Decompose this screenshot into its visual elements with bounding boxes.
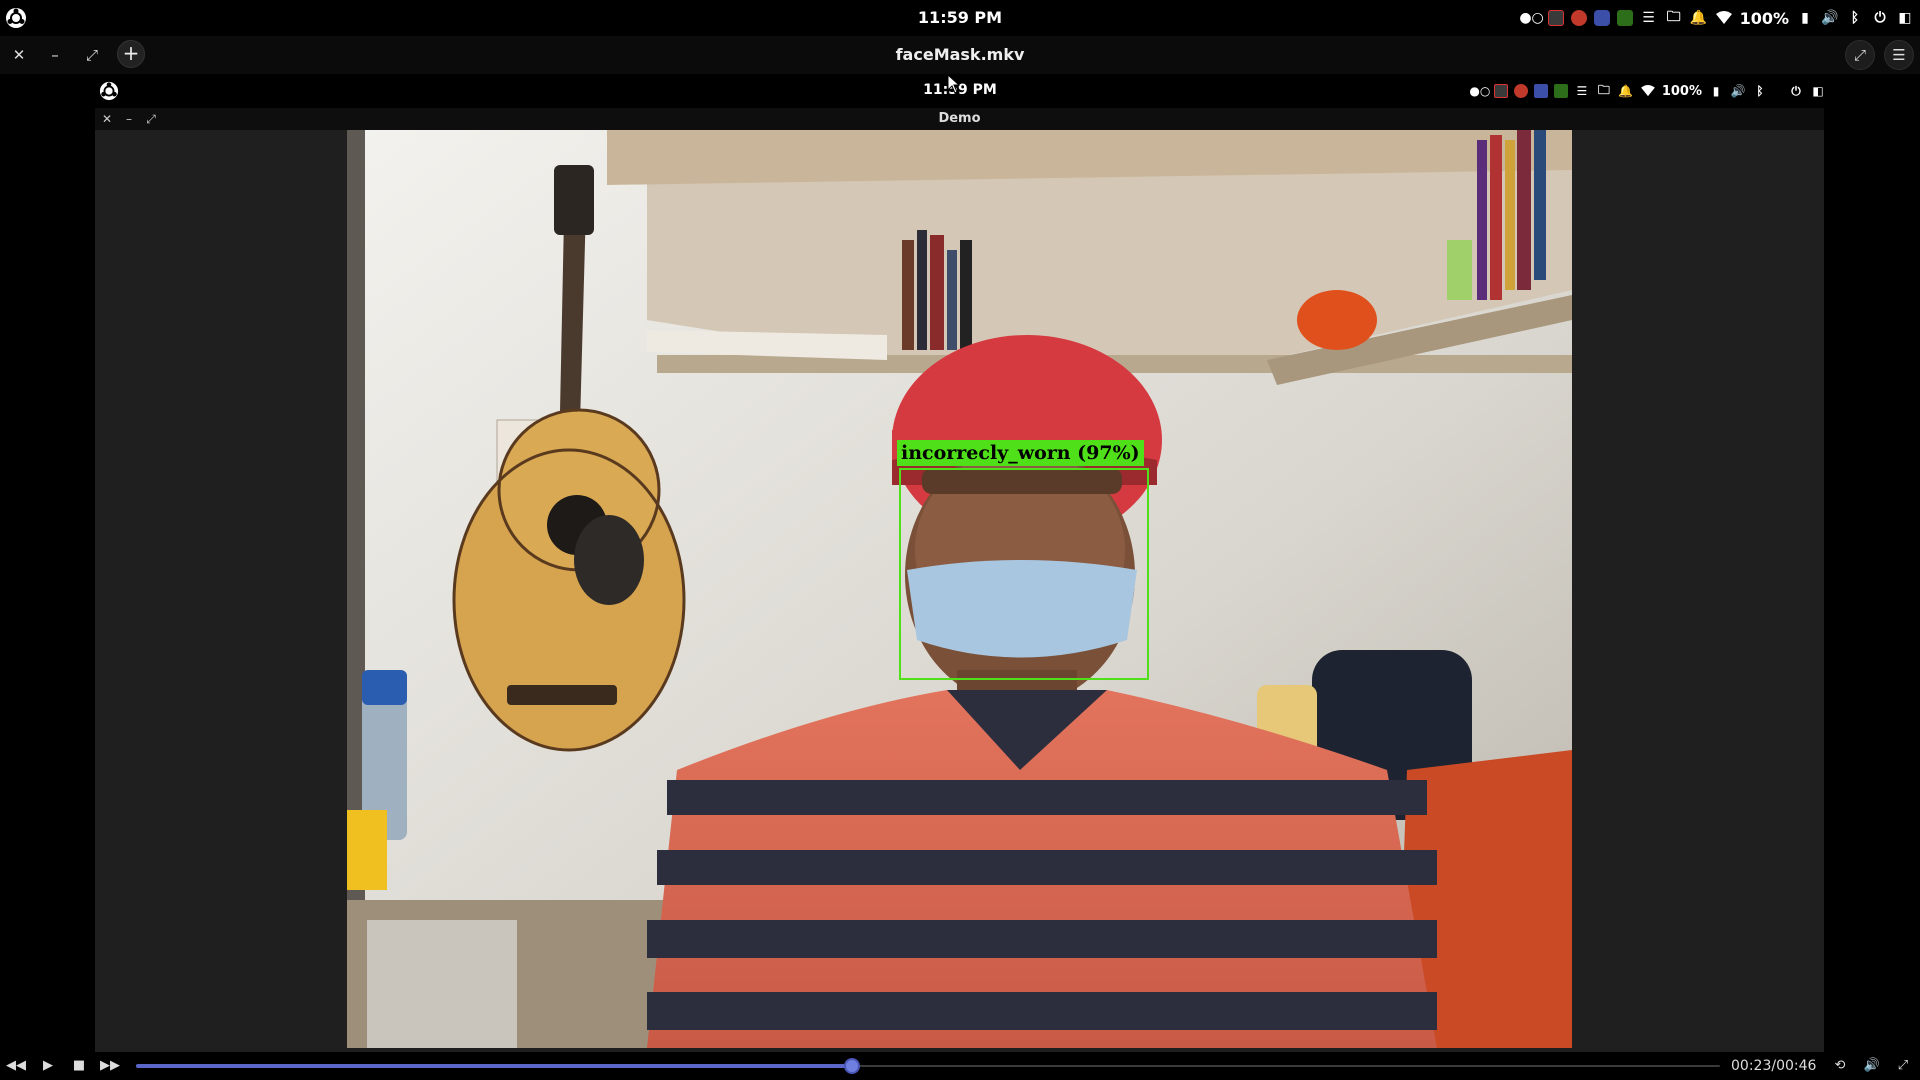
playback-controls: ◀◀ ▶ ■ ▶▶ 00:23/00:46 ⟲ 🔊 ⤢ — [0, 1052, 1920, 1080]
system-tray: ●○ ☰ 🗀 🔔 100% ▮ 🔊 ᛒ ⏻ ◧ — [1519, 6, 1914, 30]
nvidia-icon[interactable] — [1616, 10, 1633, 26]
minimize-icon[interactable]: – — [46, 46, 64, 64]
rewind-icon[interactable]: ◀◀ — [6, 1056, 26, 1076]
webcam-feed: incorrecly_worn (97%) — [347, 130, 1572, 1048]
player-header: ✕ – ⤢ + faceMask.mkv ⤢ ☰ — [0, 36, 1920, 74]
demo-window: ✕ – ⤢ Demo incorrecly_worn (97%) — [95, 108, 1824, 1064]
show-desktop-icon: ◧ — [1812, 84, 1824, 98]
minimize-icon: – — [126, 112, 132, 126]
bluetooth-icon: ᛒ — [1756, 84, 1764, 98]
bluetooth-icon[interactable]: ᛒ — [1846, 9, 1864, 27]
seek-progress — [136, 1064, 852, 1068]
volume-icon[interactable]: 🔊 — [1821, 9, 1839, 27]
teams-icon[interactable] — [1593, 10, 1610, 26]
file-title: faceMask.mkv — [895, 45, 1025, 64]
recorded-tray: ●○ ☰ 🗀 🔔 100% ▮ 🔊 ᛒ ⏻ ◧ — [1469, 81, 1826, 101]
recorded-battery-percentage: 100% — [1661, 83, 1702, 99]
battery-icon: ▮ — [1712, 84, 1720, 98]
workspace-indicator-icon: ●○ — [1469, 84, 1491, 98]
power-icon[interactable]: ⏻ — [1871, 9, 1889, 27]
seek-handle[interactable] — [843, 1058, 860, 1074]
time-display: 00:23/00:46 — [1731, 1058, 1817, 1074]
plus-icon[interactable]: + — [117, 40, 145, 68]
system-top-bar: 11:59 PM ●○ ☰ 🗀 🔔 100% ▮ 🔊 ᛒ ⏻ ◧ — [0, 0, 1920, 36]
maximize-icon[interactable]: ⤢ — [83, 46, 101, 64]
close-icon[interactable]: ✕ — [10, 46, 28, 64]
detection-label: incorrecly_worn (97%) — [897, 440, 1144, 466]
wifi-icon — [1640, 83, 1656, 99]
show-desktop-icon[interactable]: ◧ — [1896, 9, 1914, 27]
folder-icon: 🗀 — [1597, 82, 1610, 97]
bell-icon[interactable]: 🔔 — [1690, 9, 1708, 27]
demo-titlebar: ✕ – ⤢ Demo — [95, 108, 1824, 130]
battery-percentage[interactable]: 100% — [1740, 9, 1789, 28]
stop-icon[interactable]: ■ — [69, 1056, 89, 1076]
ubuntu-logo-icon[interactable] — [5, 7, 27, 29]
detection-bounding-box — [899, 468, 1149, 680]
nvidia-icon — [1553, 84, 1568, 98]
teams-icon — [1533, 84, 1548, 98]
seek-bar[interactable] — [136, 1058, 1720, 1074]
fullscreen-icon[interactable]: ⤢ — [1893, 1056, 1913, 1076]
maximize-icon: ⤢ — [146, 112, 156, 126]
play-icon[interactable]: ▶ — [38, 1056, 58, 1076]
workspace-indicator-icon[interactable]: ●○ — [1519, 9, 1543, 27]
fullscreen-icon[interactable]: ⤢ — [1845, 40, 1875, 70]
menu-icon: ☰ — [1576, 84, 1588, 98]
menu-icon[interactable]: ☰ — [1640, 9, 1658, 27]
screen-record-icon — [1493, 84, 1508, 98]
power-icon: ⏻ — [1791, 83, 1801, 98]
battery-icon[interactable]: ▮ — [1796, 9, 1814, 27]
volume-icon: 🔊 — [1730, 84, 1746, 98]
browser-icon — [1513, 84, 1528, 98]
demo-window-title: Demo — [938, 111, 981, 126]
volume-icon[interactable]: 🔊 — [1862, 1056, 1882, 1076]
folder-icon[interactable]: 🗀 — [1665, 9, 1683, 27]
screen-record-icon[interactable] — [1547, 10, 1564, 26]
menu-icon[interactable]: ☰ — [1884, 40, 1914, 70]
wifi-icon[interactable] — [1715, 9, 1733, 27]
close-icon: ✕ — [101, 112, 113, 126]
fast-forward-icon[interactable]: ▶▶ — [100, 1056, 120, 1076]
video-frame[interactable]: 11:59 PM ●○ ☰ 🗀 🔔 100% ▮ 🔊 ᛒ ⏻ ◧ ✕ – ⤢ D — [0, 74, 1920, 1064]
browser-icon[interactable] — [1570, 10, 1587, 26]
ubuntu-logo-icon — [99, 81, 119, 101]
loop-icon[interactable]: ⟲ — [1830, 1056, 1850, 1076]
mouse-cursor-icon — [947, 74, 961, 94]
bell-icon: 🔔 — [1618, 84, 1634, 98]
